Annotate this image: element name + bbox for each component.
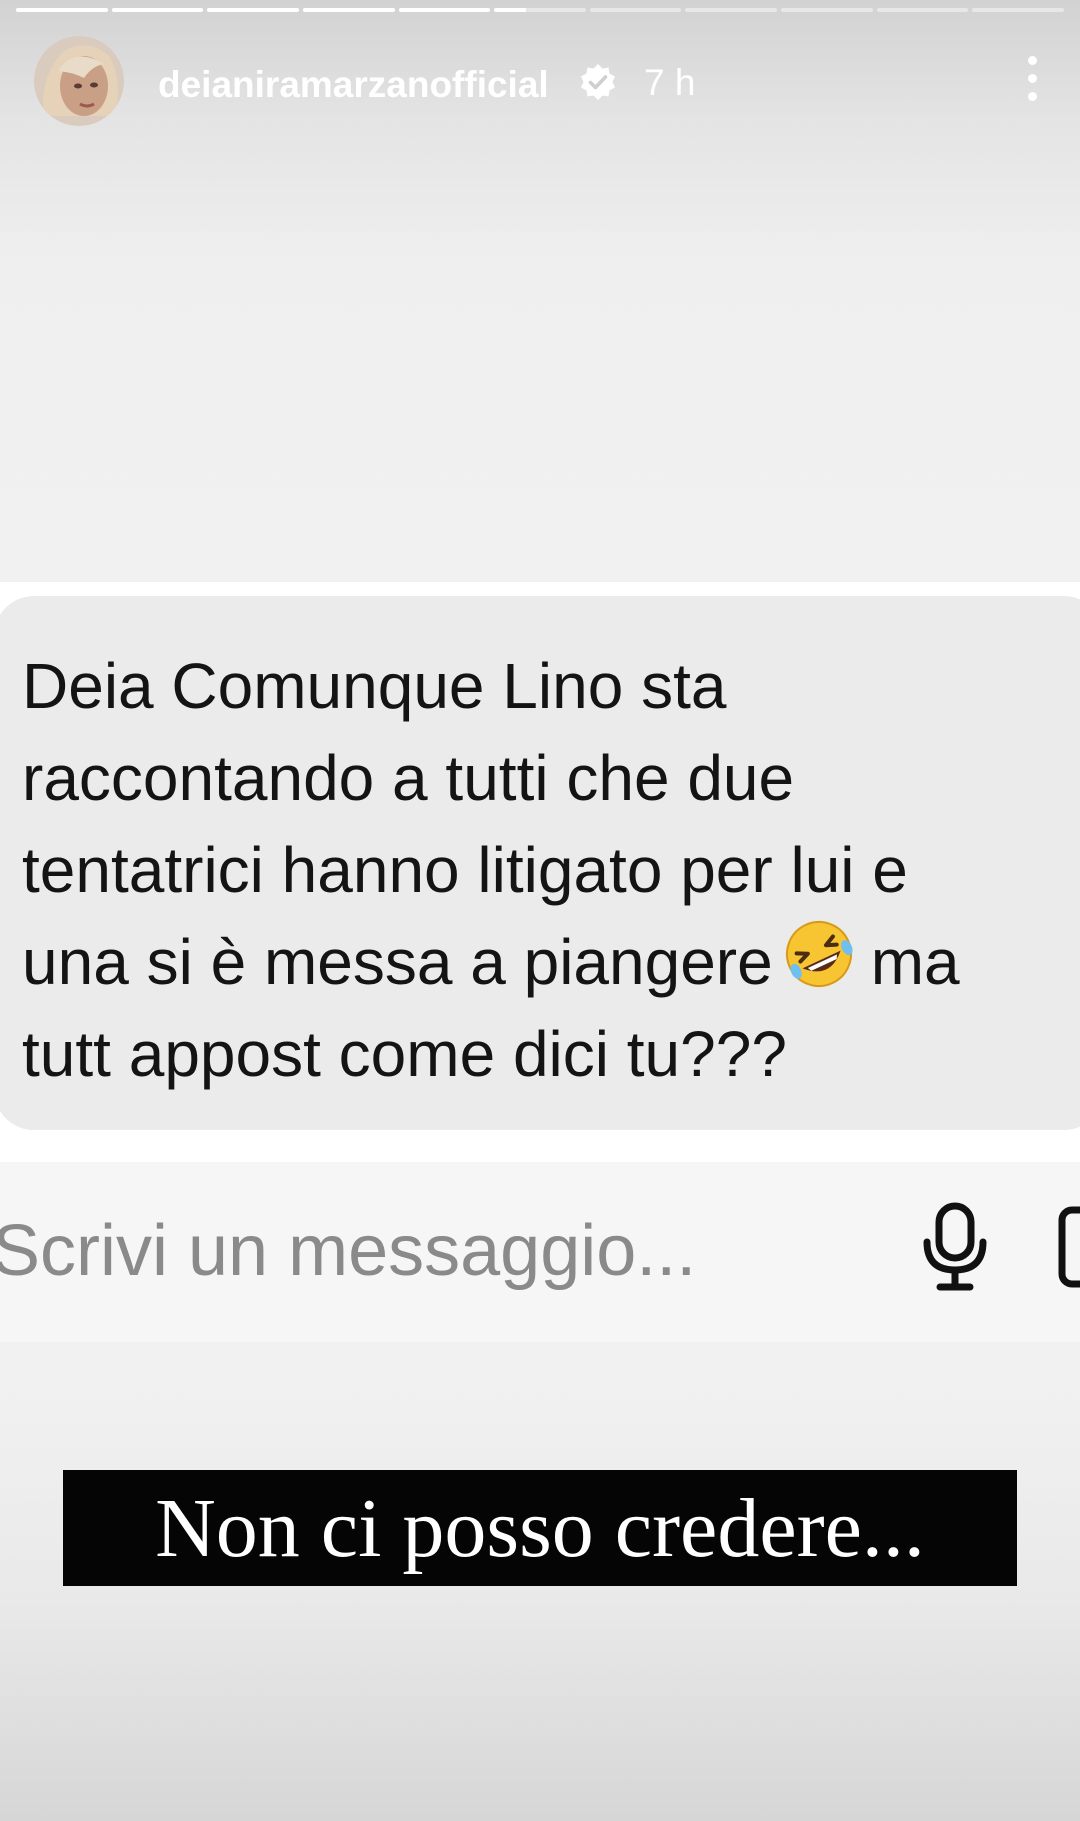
message-text: Deia Comunque Lino sta raccontando a tut… — [22, 640, 1080, 1100]
story-progress-segment — [685, 8, 778, 12]
story-progress-segment — [302, 8, 395, 12]
rolling-on-floor-laughing-emoji-icon — [779, 916, 859, 992]
caption-text: Non ci posso credere... — [155, 1481, 925, 1575]
story-progress-segment — [589, 8, 682, 12]
verified-badge-icon — [578, 62, 618, 102]
story-progress-segment — [207, 8, 299, 12]
story-progress-segment — [111, 8, 204, 12]
message-line-continuation: ma — [870, 926, 960, 998]
message-line-with-emoji: una si è messa a piangere ma — [22, 916, 1080, 1008]
gallery-icon[interactable] — [1058, 1204, 1080, 1290]
microphone-icon[interactable] — [922, 1202, 988, 1292]
story-progress-segment — [494, 8, 586, 12]
story-header: deianiramarzanofficial 7 h — [34, 36, 1040, 128]
story-progress-segment — [972, 8, 1065, 12]
username[interactable]: deianiramarzanofficial — [158, 64, 549, 106]
caption-sticker: Non ci posso credere... — [63, 1470, 1017, 1586]
message-line: Deia Comunque Lino sta — [22, 650, 727, 722]
story-timestamp: 7 h — [644, 62, 696, 103]
message-line: tentatrici hanno litigato per lui e — [22, 834, 908, 906]
story-progress-segment — [16, 8, 108, 12]
message-line: una si è messa a piangere — [22, 926, 773, 998]
story-progress-segment — [876, 8, 969, 12]
message-input[interactable]: Scrivi un messaggio... — [0, 1210, 696, 1292]
message-line: raccontando a tutti che due — [22, 742, 795, 814]
story-progress-segment — [398, 8, 491, 12]
story-progress-bar — [16, 8, 1065, 12]
more-options-icon[interactable] — [1024, 56, 1040, 104]
message-line: tutt appost come dici tu??? — [22, 1018, 787, 1090]
avatar[interactable] — [34, 36, 124, 126]
story-progress-segment — [781, 8, 873, 12]
